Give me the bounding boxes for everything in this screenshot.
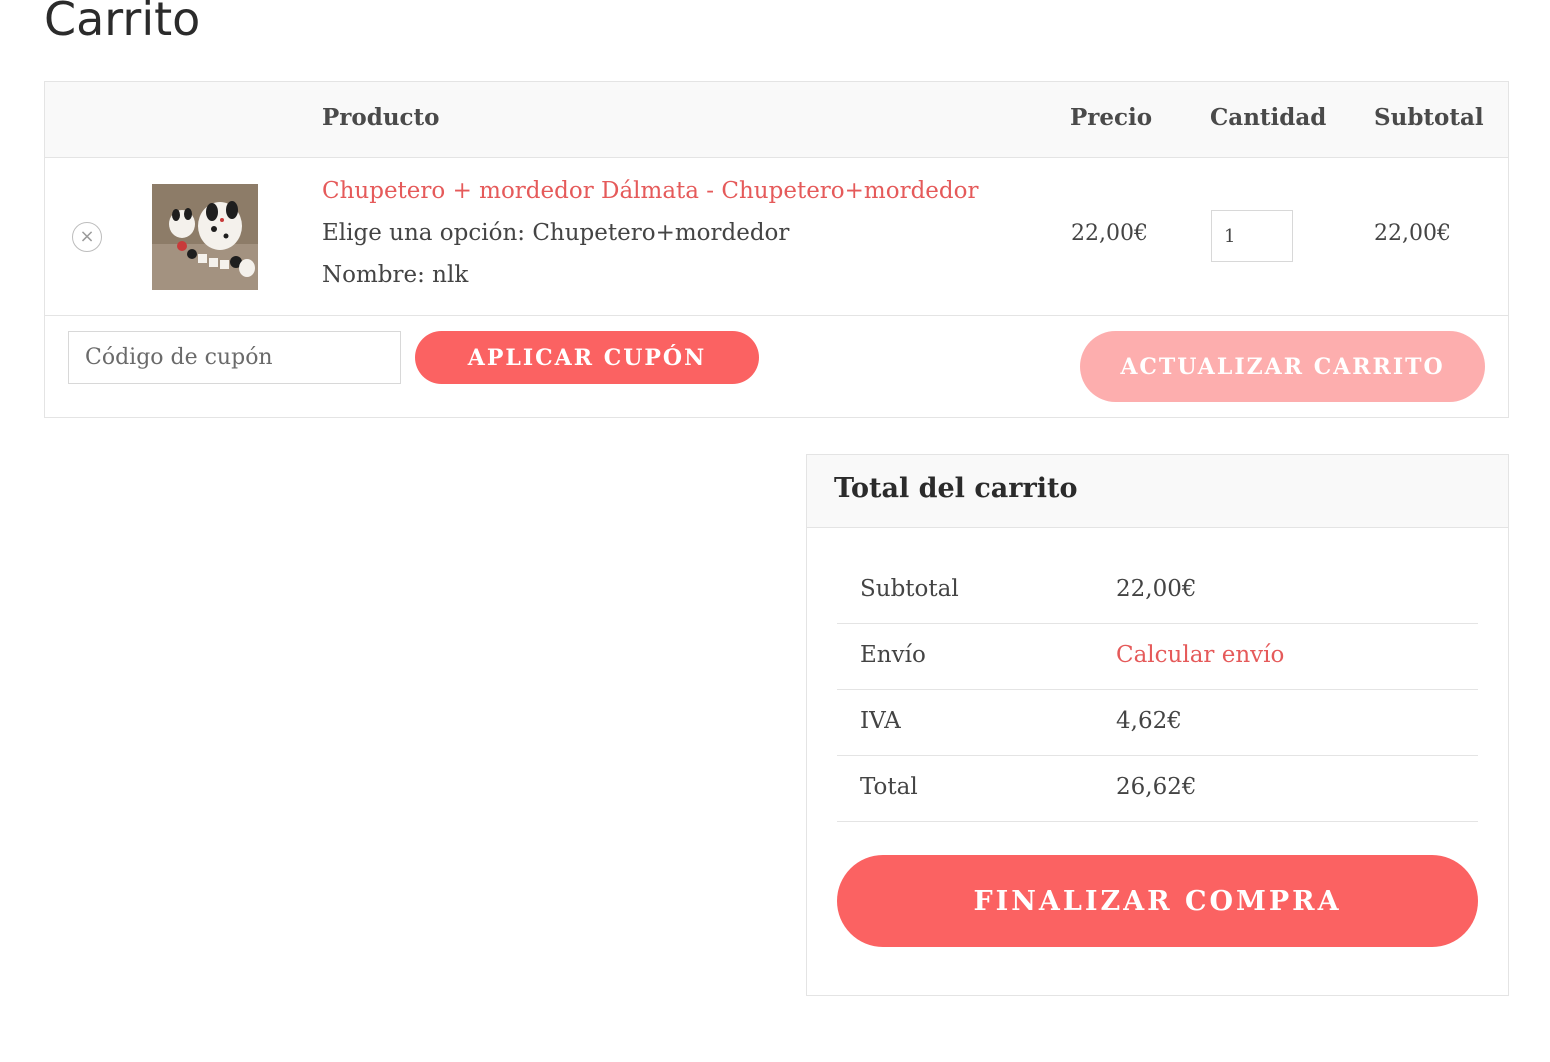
checkout-button[interactable]: Finalizar compra [837, 855, 1478, 947]
product-image [152, 184, 258, 290]
totals-label: Subtotal [860, 576, 959, 602]
item-subtotal: 22,00€ [1374, 221, 1451, 246]
totals-value-wrapper: Calcular envío [1116, 642, 1284, 668]
cart-item-row: × Chupetero + mordedor Dálmata - Chupete… [45, 158, 1508, 316]
totals-label: Total [860, 774, 918, 800]
totals-row-tax: IVA 4,62€ [837, 690, 1478, 756]
totals-row-total: Total 26,62€ [837, 756, 1478, 822]
totals-label: Envío [860, 642, 926, 668]
quantity-input[interactable] [1211, 210, 1293, 262]
cart-totals: Total del carrito Subtotal 22,00€ Envío … [806, 454, 1509, 996]
totals-row-shipping: Envío Calcular envío [837, 624, 1478, 690]
product-name-link[interactable]: Chupetero + mordedor Dálmata - Chupetero… [322, 178, 978, 204]
totals-row-subtotal: Subtotal 22,00€ [837, 558, 1478, 624]
product-thumbnail[interactable] [152, 184, 258, 290]
totals-value: 26,62€ [1116, 774, 1197, 800]
product-name-field: Nombre: nlk [322, 262, 469, 288]
cart-actions: Aplicar cupón Actualizar carrito [45, 316, 1508, 418]
cart-totals-header: Total del carrito [807, 455, 1508, 528]
header-product: Producto [322, 104, 440, 131]
header-subtotal: Subtotal [1374, 104, 1484, 131]
calculate-shipping-link[interactable]: Calcular envío [1116, 642, 1284, 668]
page-title: Carrito [44, 0, 201, 46]
cart-totals-title: Total del carrito [834, 473, 1078, 504]
update-cart-button[interactable]: Actualizar carrito [1080, 331, 1485, 402]
cart-table: Producto Precio Cantidad Subtotal × Chup… [44, 81, 1509, 418]
item-price: 22,00€ [1071, 221, 1148, 246]
product-option: Elige una opción: Chupetero+mordedor [322, 220, 790, 246]
coupon-input[interactable] [68, 331, 401, 384]
remove-item-icon[interactable]: × [72, 222, 102, 252]
totals-label: IVA [860, 708, 901, 734]
totals-value: 22,00€ [1116, 576, 1197, 602]
header-price: Precio [1070, 104, 1153, 131]
cart-table-header: Producto Precio Cantidad Subtotal [45, 82, 1508, 158]
apply-coupon-button[interactable]: Aplicar cupón [415, 331, 759, 384]
header-quantity: Cantidad [1210, 104, 1327, 131]
totals-value: 4,62€ [1116, 708, 1182, 734]
